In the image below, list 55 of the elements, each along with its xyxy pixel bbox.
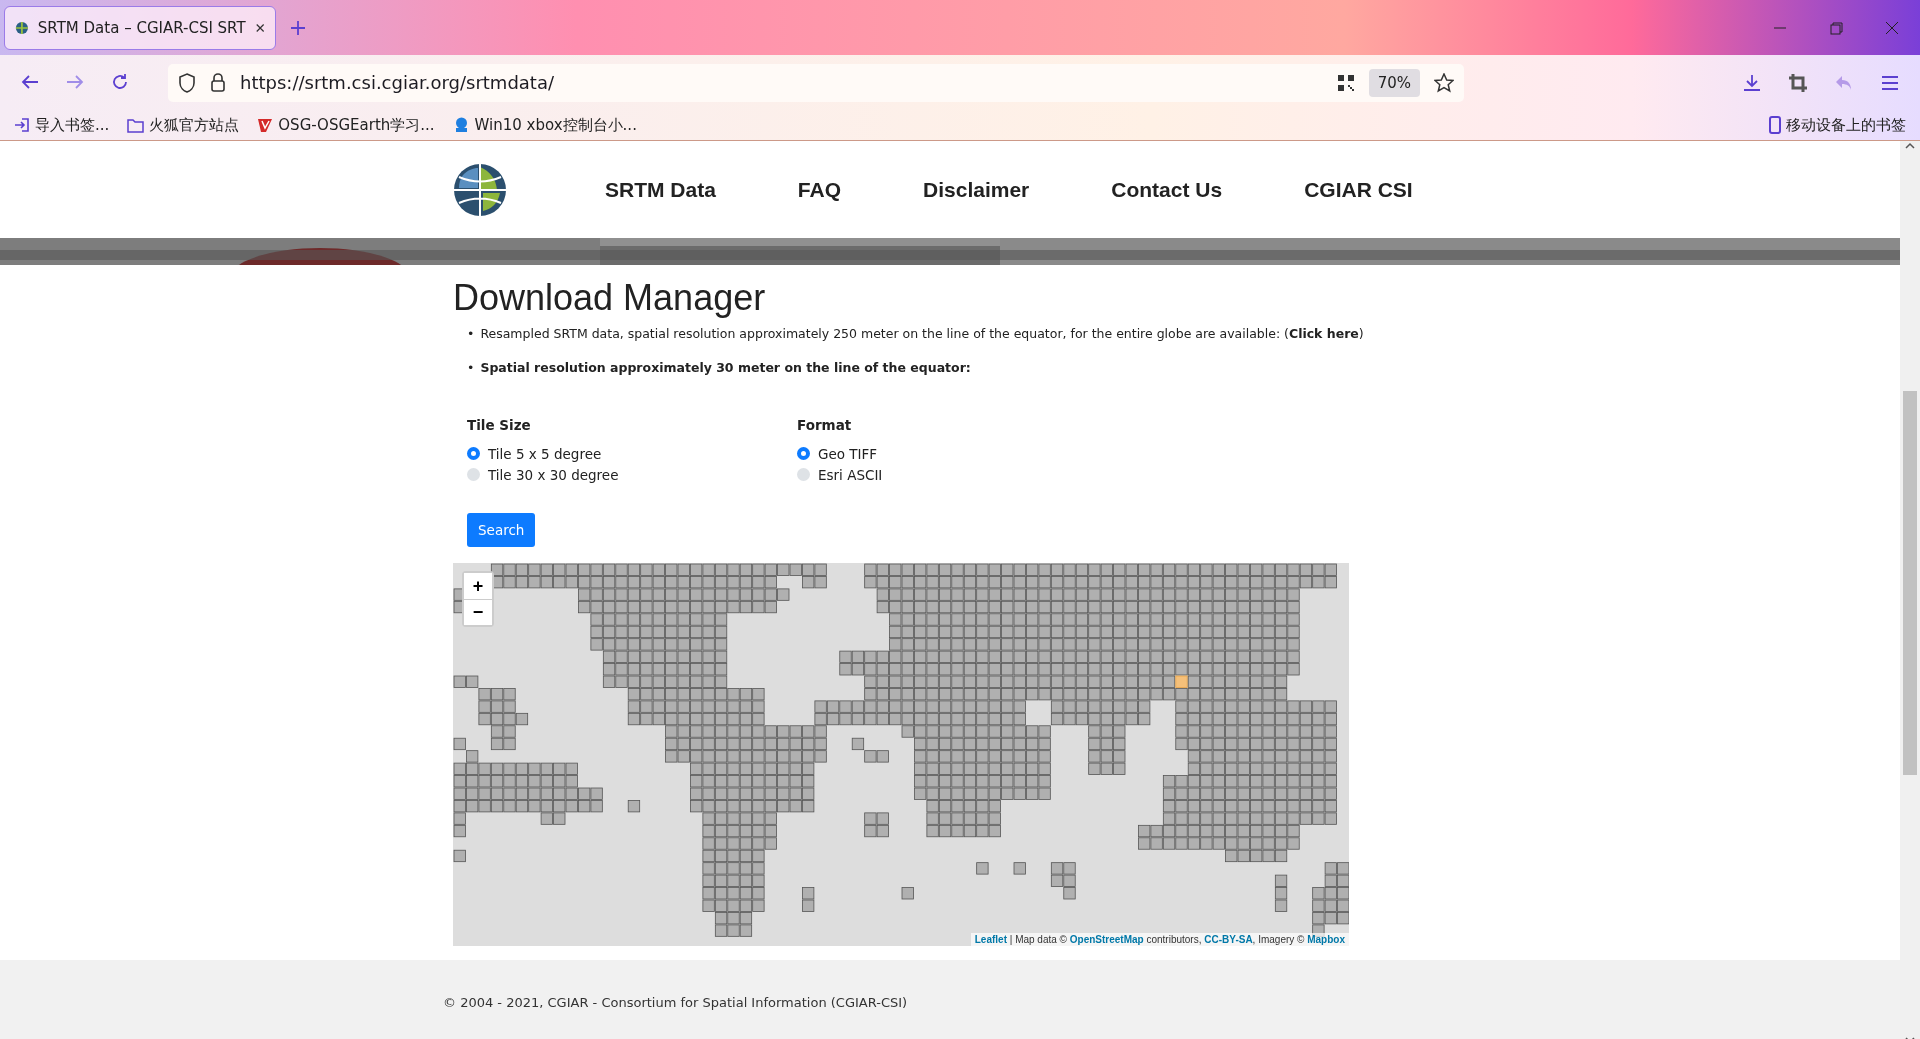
folder-icon [127, 117, 145, 133]
group-label: Format [797, 417, 853, 433]
attribution-link[interactable]: Leaflet [974, 934, 1007, 945]
note-text: Resampled SRTM data, spatial resolution approximately 250 meter on the line of the equator, for the entire globe are available: (Click here) [480, 325, 1364, 343]
click-here-link[interactable]: Click here [1288, 326, 1359, 341]
attribution-link[interactable]: CC-BY-SA [1204, 934, 1253, 945]
v-logo-icon [257, 117, 274, 133]
url-text[interactable]: https://srtm.csi.cgiar.org/srtmdata/ [240, 72, 1323, 93]
radio-button[interactable] [467, 447, 480, 460]
crop-icon[interactable] [1788, 72, 1808, 93]
map-attribution: Leaflet | Map data © OpenStreetMap contributors, CC-BY-SA, Imagery © Mapbox [970, 933, 1349, 946]
search-button[interactable]: Search [467, 513, 536, 547]
copyright-text: © 2004 - 2021, CGIAR - Consortium for Spatial Information (CGIAR-CSI) [443, 995, 908, 1010]
zoom-level[interactable]: 70% [1368, 68, 1420, 97]
reload-icon[interactable] [110, 72, 130, 92]
group-label: Tile Size [467, 417, 532, 433]
close-tab-icon[interactable] [254, 21, 265, 34]
radio-button[interactable] [797, 447, 810, 460]
globe-logo-icon[interactable] [453, 162, 507, 217]
scrollbar-thumb[interactable] [1903, 391, 1917, 775]
note-text: Spatial resolution approximately 30 meter on the line of the equator: [480, 359, 971, 377]
download-icon[interactable] [1742, 72, 1762, 93]
import-icon [14, 117, 30, 133]
bookmark[interactable]: OSG-OSGEarth学习... [278, 115, 435, 135]
bookmark[interactable]: 移动设备上的书签 [1786, 115, 1906, 135]
browser-tab[interactable]: SRTM Data – CGIAR-CSI SRT [4, 5, 276, 50]
nav-link[interactable]: SRTM Data [605, 177, 716, 202]
nav-link[interactable]: CGIAR CSI [1304, 177, 1413, 202]
nav-link[interactable]: FAQ [797, 177, 842, 202]
lock-icon[interactable] [210, 72, 226, 93]
radio-button[interactable] [467, 468, 480, 481]
radio-label[interactable]: Geo TIFF [818, 445, 878, 462]
qr-code-icon[interactable] [1336, 73, 1355, 92]
new-tab-icon[interactable] [290, 19, 306, 36]
bullet: • [467, 325, 475, 343]
zoom-out-button[interactable]: − [464, 599, 492, 625]
bookmark[interactable]: 火狐官方站点 [149, 115, 240, 135]
page-title: Download Manager [453, 277, 767, 319]
attribution-link[interactable]: OpenStreetMap [1069, 934, 1144, 945]
bookmark[interactable]: 导入书签... [35, 115, 110, 135]
radio-label[interactable]: Tile 5 x 5 degree [488, 445, 602, 462]
star-icon[interactable] [1434, 72, 1454, 93]
bullet: • [467, 359, 475, 377]
shield-icon[interactable] [178, 72, 196, 93]
bookmark[interactable]: Win10 xbox控制台小... [474, 115, 637, 135]
nav-link[interactable]: Disclaimer [923, 177, 1030, 202]
nav-link[interactable]: Contact Us [1111, 177, 1223, 202]
globe-icon [15, 19, 29, 36]
radio-label[interactable]: Esri ASCII [818, 466, 883, 483]
scroll-up-icon[interactable] [1904, 141, 1916, 151]
radio-button[interactable] [797, 468, 810, 481]
attribution-link[interactable]: Mapbox [1307, 934, 1345, 945]
address-bar[interactable]: https://srtm.csi.cgiar.org/srtmdata/ 70% [168, 63, 1464, 102]
radio-label[interactable]: Tile 30 x 30 degree [488, 466, 619, 483]
phone-icon [1769, 116, 1781, 134]
